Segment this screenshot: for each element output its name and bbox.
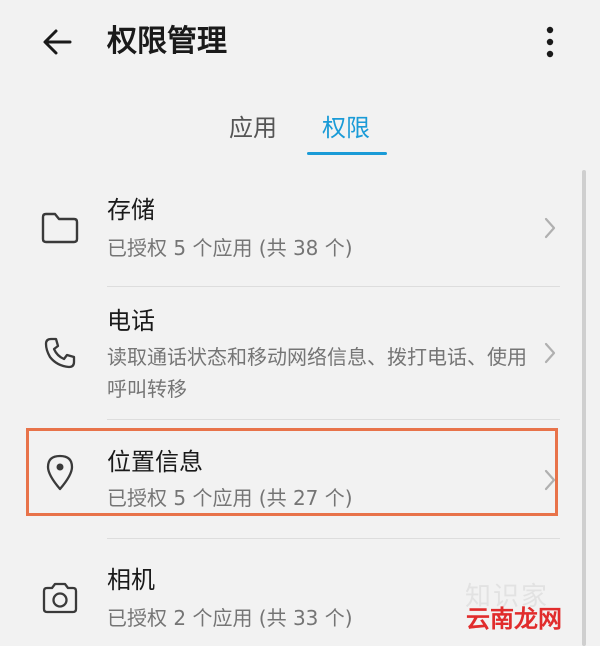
tab-bar: 应用 权限 bbox=[0, 104, 600, 156]
permission-item-phone[interactable]: 电话 读取通话状态和移动网络信息、拨打电话、使用呼叫转移 bbox=[0, 287, 580, 419]
more-vertical-icon bbox=[546, 26, 554, 58]
permission-desc: 已授权 5 个应用 (共 38 个) bbox=[107, 236, 353, 260]
chevron-right-icon bbox=[538, 341, 562, 365]
tab-permissions[interactable]: 权限 bbox=[322, 112, 370, 144]
camera-icon bbox=[38, 576, 82, 620]
active-tab-indicator bbox=[307, 152, 387, 155]
page-title: 权限管理 bbox=[107, 24, 227, 59]
back-button[interactable] bbox=[36, 22, 80, 62]
permission-name: 相机 bbox=[107, 566, 155, 594]
permission-name: 电话 bbox=[107, 307, 155, 335]
app-header: 权限管理 bbox=[0, 0, 600, 90]
back-arrow-icon bbox=[43, 29, 72, 55]
folder-icon bbox=[38, 206, 82, 250]
permission-desc: 读取通话状态和移动网络信息、拨打电话、使用呼叫转移 bbox=[107, 345, 527, 401]
phone-icon bbox=[38, 331, 82, 375]
permission-item-storage[interactable]: 存储 已授权 5 个应用 (共 38 个) bbox=[0, 170, 580, 286]
divider bbox=[107, 538, 560, 539]
permission-name: 存储 bbox=[107, 196, 155, 224]
highlight-box bbox=[26, 428, 558, 516]
more-options-button[interactable] bbox=[532, 22, 568, 62]
permission-desc: 已授权 2 个应用 (共 33 个) bbox=[107, 606, 353, 630]
divider bbox=[107, 419, 560, 420]
tab-apps[interactable]: 应用 bbox=[229, 112, 277, 144]
scrollbar[interactable] bbox=[582, 170, 586, 646]
site-logo: 云南龙网 bbox=[466, 605, 562, 633]
chevron-right-icon bbox=[538, 216, 562, 240]
